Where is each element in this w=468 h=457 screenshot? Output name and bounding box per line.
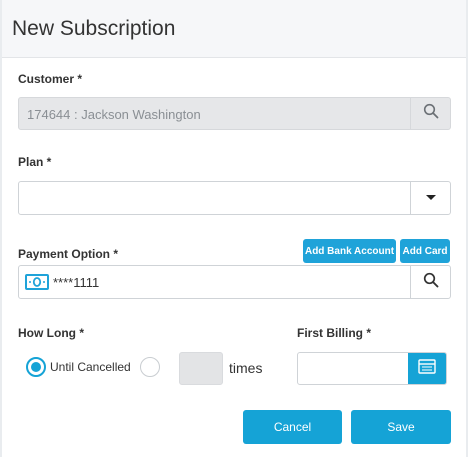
cash-icon bbox=[25, 274, 49, 295]
first-billing-label: First Billing * bbox=[297, 326, 372, 340]
payment-option-label: Payment Option * bbox=[18, 247, 119, 261]
customer-value: 174644 : Jackson Washington bbox=[27, 107, 201, 122]
new-subscription-modal: New Subscription Customer * 174644 : Jac… bbox=[2, 0, 466, 457]
caret-down-icon bbox=[425, 189, 437, 207]
calendar-button[interactable] bbox=[408, 353, 446, 384]
radio-selected-dot bbox=[31, 362, 41, 372]
plan-label: Plan * bbox=[18, 155, 52, 169]
how-long-label: How Long * bbox=[18, 326, 84, 340]
times-input[interactable] bbox=[179, 352, 223, 385]
modal-header: New Subscription bbox=[2, 0, 466, 58]
times-label: times bbox=[229, 360, 263, 376]
until-cancelled-label[interactable]: Until Cancelled bbox=[50, 360, 131, 374]
modal-title: New Subscription bbox=[12, 17, 176, 40]
payment-option-value: ****1111 bbox=[53, 275, 100, 290]
plan-dropdown-button[interactable] bbox=[410, 182, 450, 214]
customer-field: 174644 : Jackson Washington bbox=[18, 97, 451, 130]
payment-option-field[interactable]: ****1111 bbox=[18, 265, 451, 299]
first-billing-field[interactable] bbox=[297, 352, 447, 385]
save-button[interactable]: Save bbox=[351, 410, 451, 444]
times-radio[interactable] bbox=[140, 357, 160, 377]
plan-select[interactable] bbox=[18, 181, 451, 215]
search-icon bbox=[423, 272, 439, 293]
customer-search-button[interactable] bbox=[410, 98, 450, 129]
until-cancelled-radio[interactable] bbox=[26, 357, 46, 377]
add-card-button[interactable]: Add Card bbox=[400, 239, 450, 263]
payment-search-button[interactable] bbox=[410, 266, 450, 298]
calendar-icon bbox=[418, 358, 436, 379]
customer-label: Customer * bbox=[18, 72, 83, 86]
add-bank-account-button[interactable]: Add Bank Account bbox=[303, 239, 396, 263]
cancel-button[interactable]: Cancel bbox=[243, 410, 342, 444]
search-icon bbox=[423, 103, 439, 124]
